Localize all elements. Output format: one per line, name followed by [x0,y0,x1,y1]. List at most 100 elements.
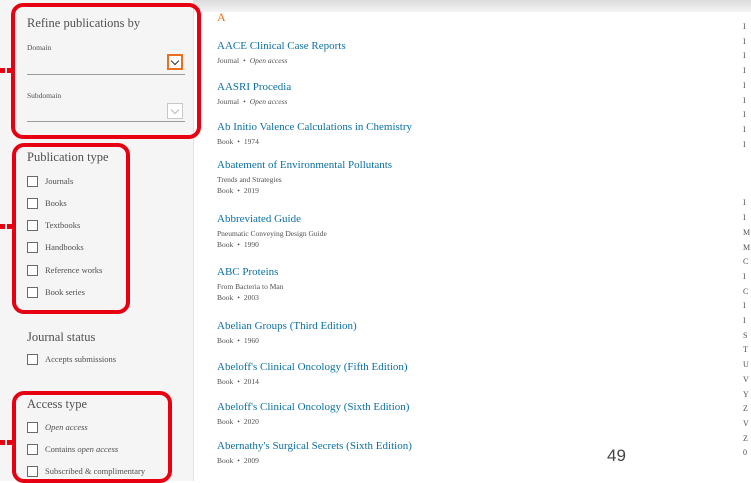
publication-type: Book [217,293,234,302]
publication-meta: Book • 2020 [217,416,547,427]
publication-year: 2019 [243,186,259,195]
publication-title-link[interactable]: AACE Clinical Case Reports [217,40,547,53]
publication-year: 2003 [243,293,259,302]
cropped-text-glyph: 0 [743,448,747,458]
cropped-text-glyph: V [743,374,749,384]
publication-title-link[interactable]: Abernathy's Surgical Secrets (Sixth Edit… [217,440,547,453]
publication-type: Journal [217,97,240,106]
cropped-text-glyph: I [743,301,746,311]
separator: • [237,293,240,302]
filter-accepts-submissions[interactable]: Accepts submissions [27,352,116,366]
cropped-text-glyph: S [743,330,748,340]
cropped-text-glyph: I [743,66,746,76]
cropped-text-glyph: Y [743,389,749,399]
annotation-connector [0,68,5,73]
separator: • [237,456,240,465]
cropped-text-glyph: I [743,22,746,31]
annotation-connector [0,224,5,229]
list-item: ABC Proteins From Bacteria to Man Book • 2… [217,266,547,303]
publication-type: Book [217,186,234,195]
list-item: Abbreviated Guide Pneumatic Conveying De… [217,213,547,250]
annotation-connector [0,440,5,445]
separator: • [243,97,246,106]
cropped-text-glyph: Z [743,433,748,443]
checkbox-label: Accepts submissions [45,354,117,364]
cropped-text-glyph: I [743,95,746,105]
cropped-text-glyph: M [743,242,751,252]
publication-meta: Book • 2009 [217,455,547,466]
publication-year: 1960 [243,336,259,345]
annotation-connector [7,224,12,229]
publication-year: 1974 [243,137,259,146]
cropped-text-glyph: C [743,257,749,267]
annotation-connector [7,68,12,73]
cropped-text-glyph: I [743,139,746,149]
cropped-text-glyph: I [743,110,746,120]
publication-meta: Book • 2014 [217,376,547,387]
cropped-text-glyph: T [743,345,748,355]
cropped-text-glyph: C [743,286,749,296]
publication-title-link[interactable]: Abeloff's Clinical Oncology (Fifth Editi… [217,361,547,374]
separator: • [237,186,240,195]
publication-title-link[interactable]: Abbreviated Guide [217,213,547,226]
annotation-box-publication-type [12,143,130,314]
publication-type: Book [217,456,234,465]
publication-year: 2020 [243,417,259,426]
access-label: Open access [249,56,288,65]
cropped-text-glyph: V [743,418,749,428]
separator: • [237,377,240,386]
cropped-text-glyph: I [743,271,746,281]
cropped-text-glyph: I [743,124,746,134]
publication-title-link[interactable]: ABC Proteins [217,266,547,279]
annotation-box-refine [11,3,201,139]
publication-meta: Book • 1990 [217,239,547,250]
publication-title-link[interactable]: Abatement of Environmental Pollutants [217,159,547,172]
publication-year: 2009 [243,456,259,465]
separator: • [237,137,240,146]
checkbox[interactable] [27,353,38,365]
cropped-text-glyph: I [743,213,746,223]
cropped-text-glyph: M [743,227,751,237]
list-item: Abernathy's Surgical Secrets (Sixth Edit… [217,440,547,466]
list-item: Abeloff's Clinical Oncology (Fifth Editi… [217,361,547,387]
publication-subtitle: Trends and Strategies [217,175,282,184]
publication-subtitle: Pneumatic Conveying Design Guide [217,229,327,238]
page-number: 49 [607,446,626,465]
publication-title-link[interactable]: AASRI Procedia [217,81,547,94]
publication-type: Book [217,137,234,146]
cropped-text-glyph: Z [743,404,748,414]
publication-title-link[interactable]: Ab Initio Valence Calculations in Chemis… [217,121,547,134]
publication-type: Book [217,336,234,345]
cropped-text-glyph: I [743,36,746,46]
list-item: Abatement of Environmental Pollutants Tr… [217,159,547,196]
publication-meta: Book • 1960 [217,335,547,346]
list-item: Abeloff's Clinical Oncology (Sixth Editi… [217,401,547,427]
cropped-text-glyph: I [743,198,746,208]
publication-title-link[interactable]: Abeloff's Clinical Oncology (Sixth Editi… [217,401,547,414]
separator: • [237,336,240,345]
publication-type: Journal [217,56,240,65]
publication-meta: Journal • Open access [217,55,547,66]
separator: • [237,417,240,426]
cropped-text-glyph: I [743,316,746,325]
publication-meta: Journal • Open access [217,96,547,107]
annotation-box-access-type [12,391,172,483]
publication-year: 2014 [243,377,259,386]
alphabet-heading: A [217,10,226,24]
annotation-connector [7,440,12,445]
publication-subtitle: From Bacteria to Man [217,282,284,291]
publication-meta: Book • 2003 [217,292,547,303]
publication-type: Book [217,240,234,249]
list-item: AACE Clinical Case Reports Journal • Open … [217,40,547,66]
publication-year: 1990 [243,240,259,249]
list-item: AASRI Procedia Journal • Open access [217,81,547,107]
publication-meta: Book • 2019 [217,185,547,196]
cropped-text-glyph: I [743,80,746,90]
access-label: Open access [249,97,288,106]
journal-status-title: Journal status [27,330,96,344]
separator: • [237,240,240,249]
publication-title-link[interactable]: Abelian Groups (Third Edition) [217,320,547,333]
cropped-text-glyph: I [743,51,746,61]
cropped-text-glyph: U [743,360,749,370]
publication-meta: Book • 1974 [217,136,547,147]
